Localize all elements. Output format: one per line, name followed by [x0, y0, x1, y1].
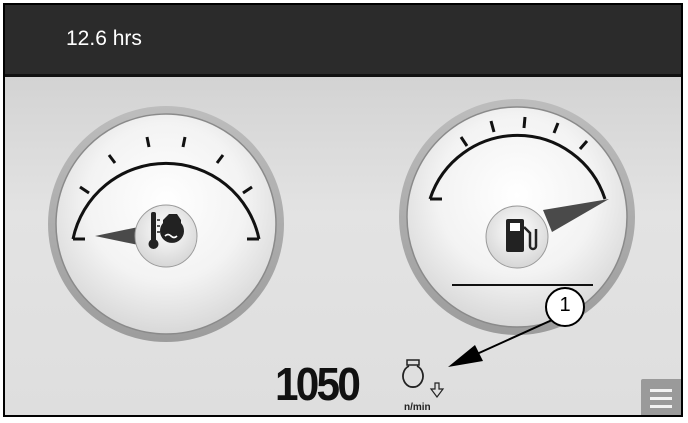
callout-number: 1	[559, 294, 571, 316]
hamburger-menu-icon	[650, 389, 672, 392]
menu-button[interactable]	[641, 379, 681, 415]
display-frame: 12.6 hrs 1050 n/min 1	[3, 3, 683, 417]
engine-speed-down-icon	[402, 359, 445, 398]
fuel-gauge	[399, 99, 635, 335]
header-bar: 12.6 hrs	[5, 5, 681, 77]
engine-hours: 12.6 hrs	[66, 27, 142, 50]
engine-speed-value: 1050	[275, 358, 361, 410]
gauge-screen: 1050 n/min	[5, 77, 681, 415]
engine-speed-unit: n/min	[404, 402, 431, 413]
